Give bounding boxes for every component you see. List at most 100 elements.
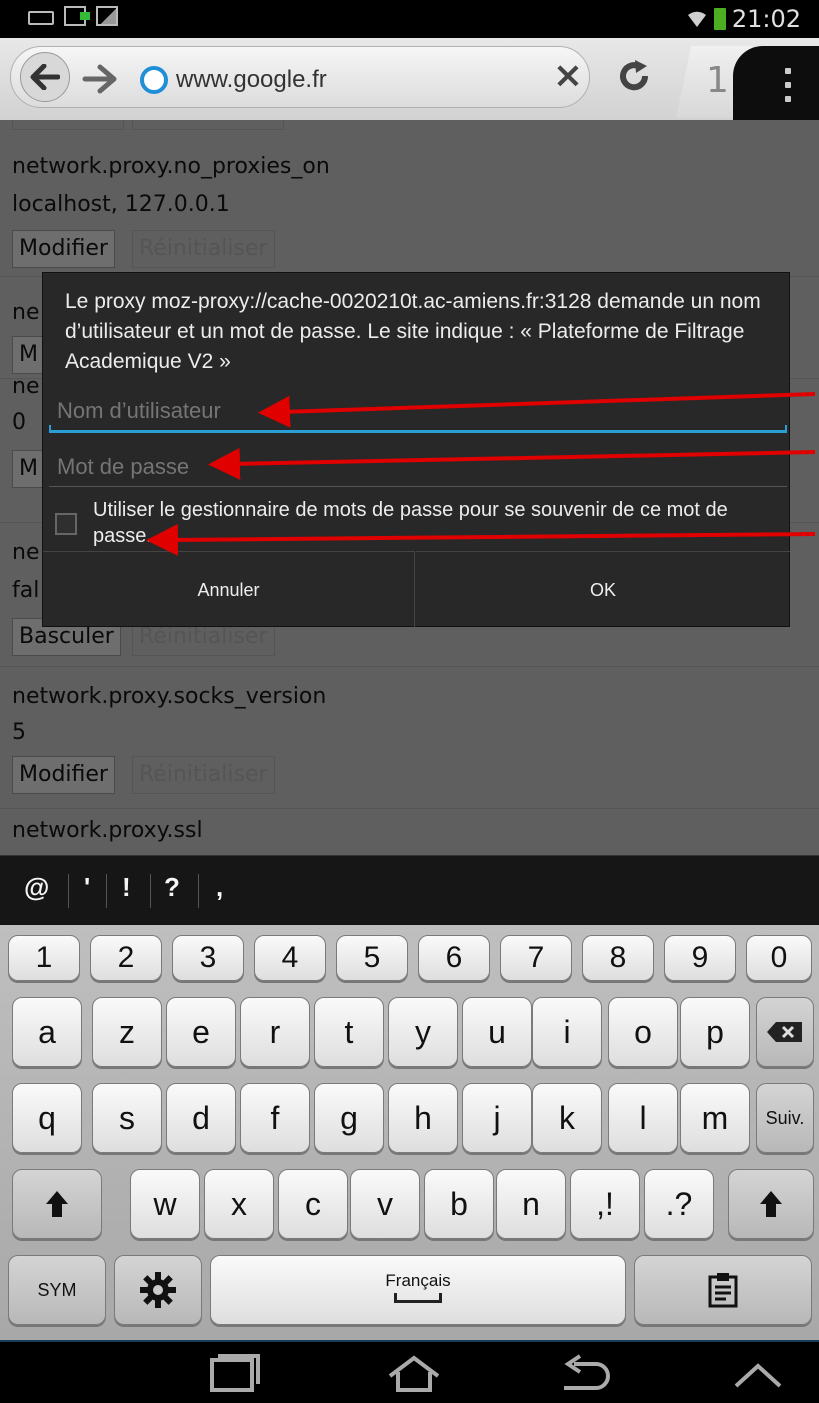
home-icon[interactable]: [384, 1354, 444, 1394]
key-2[interactable]: 2: [90, 935, 162, 981]
navigation-bar: [0, 1340, 819, 1403]
key-x[interactable]: x: [204, 1169, 274, 1239]
pref-name: ne: [12, 374, 40, 399]
pref-name: network.proxy.no_proxies_on: [12, 154, 330, 179]
key-r[interactable]: r: [240, 997, 310, 1067]
image-icon: [96, 6, 118, 26]
battery-icon: [713, 8, 726, 30]
key-e[interactable]: e: [166, 997, 236, 1067]
key-1[interactable]: 1: [8, 935, 80, 981]
pref-name: ne: [12, 300, 40, 325]
key-w[interactable]: w: [130, 1169, 200, 1239]
reset-button[interactable]: Réinitialiser: [132, 756, 275, 794]
key-u[interactable]: u: [462, 997, 532, 1067]
symbol-key-question[interactable]: ?: [164, 872, 180, 903]
backspace-icon: [767, 1022, 802, 1042]
reload-icon: [620, 60, 649, 91]
key-v[interactable]: v: [350, 1169, 420, 1239]
next-key[interactable]: Suiv.: [756, 1083, 814, 1153]
key-period[interactable]: .?: [644, 1169, 714, 1239]
password-field[interactable]: [49, 447, 787, 487]
key-y[interactable]: y: [388, 997, 458, 1067]
dialog-message: Le proxy moz-proxy://cache-0020210t.ac-a…: [65, 290, 761, 373]
menu-area: [733, 46, 819, 120]
key-m[interactable]: m: [680, 1083, 750, 1153]
clipboard-icon: [708, 1273, 738, 1308]
key-c[interactable]: c: [278, 1169, 348, 1239]
key-8[interactable]: 8: [582, 935, 654, 981]
back-nav-icon[interactable]: [554, 1354, 614, 1394]
prev-button-1[interactable]: [12, 120, 124, 130]
key-7[interactable]: 7: [500, 935, 572, 981]
key-d[interactable]: d: [166, 1083, 236, 1153]
shift-icon: [46, 1191, 68, 1217]
key-comma[interactable]: ,!: [570, 1169, 640, 1239]
key-3[interactable]: 3: [172, 935, 244, 981]
pref-name: network.proxy.socks_version: [12, 684, 327, 709]
key-b[interactable]: b: [424, 1169, 494, 1239]
key-h[interactable]: h: [388, 1083, 458, 1153]
modify-button[interactable]: M: [12, 450, 45, 488]
key-n[interactable]: n: [496, 1169, 566, 1239]
username-underline: [49, 425, 787, 433]
symbol-key-comma[interactable]: ,: [216, 872, 223, 903]
key-6[interactable]: 6: [418, 935, 490, 981]
keyboard-icon: [28, 11, 54, 25]
key-4[interactable]: 4: [254, 935, 326, 981]
modify-button[interactable]: M: [12, 336, 45, 374]
key-j[interactable]: j: [462, 1083, 532, 1153]
reload-button[interactable]: [612, 56, 656, 100]
ok-button[interactable]: OK: [416, 551, 790, 627]
key-g[interactable]: g: [314, 1083, 384, 1153]
gear-icon: [140, 1272, 176, 1308]
key-5[interactable]: 5: [336, 935, 408, 981]
space-key[interactable]: Français: [210, 1255, 626, 1325]
backspace-key[interactable]: [756, 997, 814, 1067]
key-t[interactable]: t: [314, 997, 384, 1067]
key-l[interactable]: l: [608, 1083, 678, 1153]
key-z[interactable]: z: [92, 997, 162, 1067]
cancel-button[interactable]: Annuler: [43, 551, 415, 627]
sym-key[interactable]: SYM: [8, 1255, 106, 1325]
back-button[interactable]: [20, 52, 70, 102]
space-icon: [394, 1293, 442, 1303]
url-text[interactable]: www.google.fr: [176, 66, 327, 94]
key-a[interactable]: a: [12, 997, 82, 1067]
pref-value: fal: [12, 578, 40, 603]
key-0[interactable]: 0: [746, 935, 812, 981]
chevron-up-icon[interactable]: [728, 1354, 788, 1394]
remember-checkbox[interactable]: [55, 513, 77, 535]
tabs-count: 1: [706, 60, 729, 101]
key-f[interactable]: f: [240, 1083, 310, 1153]
forward-arrow-icon: [82, 64, 117, 94]
shift-left-key[interactable]: [12, 1169, 102, 1239]
key-s[interactable]: s: [92, 1083, 162, 1153]
pref-name: ne: [12, 540, 40, 565]
forward-button[interactable]: [82, 64, 118, 98]
settings-key[interactable]: [114, 1255, 202, 1325]
key-o[interactable]: o: [608, 997, 678, 1067]
symbol-key-at[interactable]: @: [24, 872, 49, 903]
recent-apps-icon[interactable]: [204, 1354, 264, 1394]
remember-label[interactable]: Utiliser le gestionnaire de mots de pass…: [93, 497, 783, 549]
key-9[interactable]: 9: [664, 935, 736, 981]
key-q[interactable]: q: [12, 1083, 82, 1153]
modify-button[interactable]: Modifier: [12, 230, 115, 268]
key-p[interactable]: p: [680, 997, 750, 1067]
symbol-bar: @ ' ! ? ,: [0, 855, 819, 925]
reset-button[interactable]: Réinitialiser: [132, 230, 275, 268]
keyboard: 1 2 3 4 5 6 7 8 9 0 a z e r t y u i o p …: [0, 925, 819, 1340]
clock: 21:02: [731, 5, 801, 33]
shift-right-key[interactable]: [728, 1169, 814, 1239]
clipboard-key[interactable]: [634, 1255, 812, 1325]
pref-value: 0: [12, 410, 26, 435]
key-i[interactable]: i: [532, 997, 602, 1067]
menu-icon[interactable]: [785, 68, 793, 102]
key-k[interactable]: k: [532, 1083, 602, 1153]
prev-button-2[interactable]: [132, 120, 284, 130]
symbol-key-apostrophe[interactable]: ': [84, 872, 90, 903]
username-field[interactable]: [49, 391, 787, 431]
modify-button[interactable]: Modifier: [12, 756, 115, 794]
clear-url-button[interactable]: ×: [548, 56, 588, 96]
symbol-key-exclamation[interactable]: !: [122, 872, 131, 903]
